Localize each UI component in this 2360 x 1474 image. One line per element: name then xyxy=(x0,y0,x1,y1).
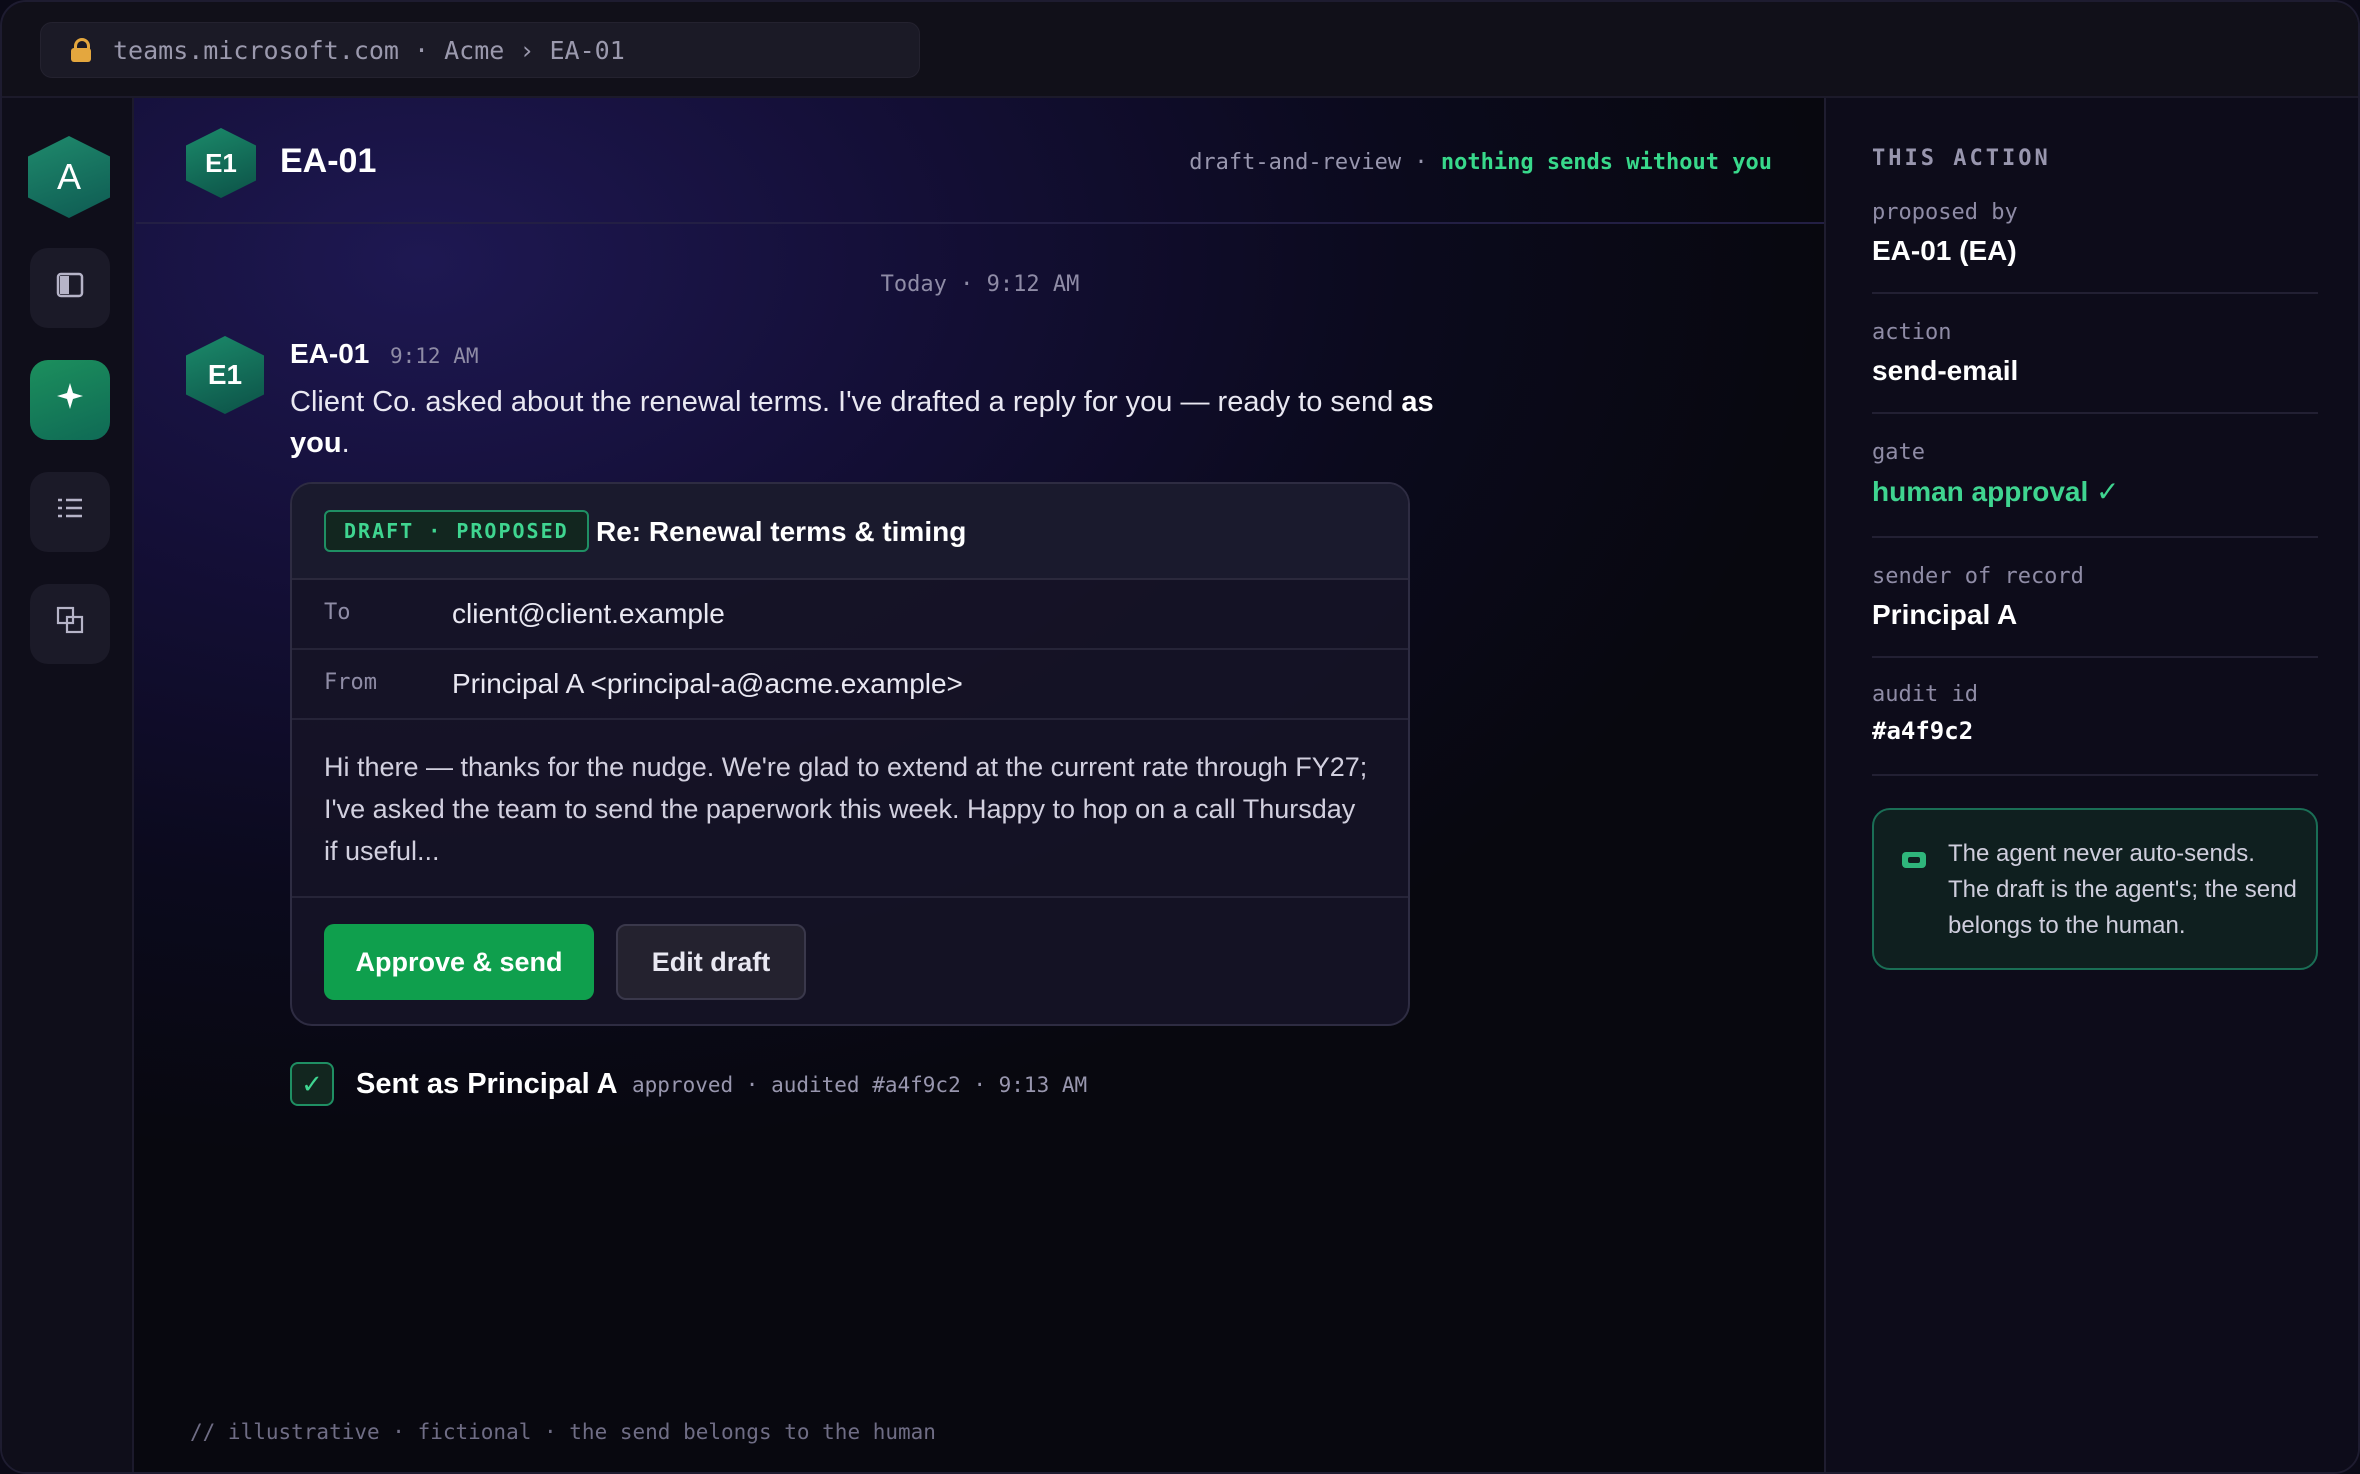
lock-icon xyxy=(71,38,91,62)
sparkle-icon xyxy=(55,381,85,420)
user-avatar[interactable]: A xyxy=(28,136,110,218)
browser-toolbar: teams.microsoft.com · Acme › EA-01 xyxy=(2,2,2358,98)
rail-panel-button[interactable] xyxy=(30,248,110,328)
address-text: teams.microsoft.com · Acme › EA-01 xyxy=(113,35,625,65)
from-row: From Principal A <principal-a@acme.examp… xyxy=(292,650,1408,720)
prop-value: Principal A xyxy=(1872,599,2018,630)
prop-proposed-by: proposed by EA-01 (EA) xyxy=(1872,200,2318,294)
message-text-end: . xyxy=(341,427,350,459)
address-bar[interactable]: teams.microsoft.com · Acme › EA-01 xyxy=(40,22,920,78)
copy-icon xyxy=(55,605,85,644)
prop-value: #a4f9c2 xyxy=(1872,717,1974,745)
sent-status-title: Sent as Principal A xyxy=(356,1068,618,1100)
prop-value: EA-01 (EA) xyxy=(1872,235,2017,266)
chat-header: E1 EA-01 draft-and-review · nothing send… xyxy=(136,98,1824,224)
prop-key: audit id xyxy=(1872,682,1978,707)
policy-note: The agent never auto-sends. The draft is… xyxy=(1872,808,2318,970)
rail-copy-button[interactable] xyxy=(30,584,110,664)
agent-avatar: E1 xyxy=(186,128,256,198)
from-label: From xyxy=(324,670,377,695)
draft-actions: Approve & send Edit draft xyxy=(292,896,1408,1024)
to-value: client@client.example xyxy=(452,598,725,629)
prop-action: action send-email xyxy=(1872,320,2318,414)
message-author: EA-01 xyxy=(290,338,370,369)
footnote: // illustrative · fictional · the send b… xyxy=(190,1420,936,1444)
prop-sender-of-record: sender of record Principal A xyxy=(1872,564,2318,658)
rail-list-button[interactable] xyxy=(30,472,110,552)
mode-indicator: draft-and-review · nothing sends without… xyxy=(1189,150,1772,175)
to-row: To client@client.example xyxy=(292,580,1408,650)
panel-icon xyxy=(56,269,84,308)
draft-body: Hi there — thanks for the nudge. We're g… xyxy=(324,752,1368,866)
policy-note-text: The agent never auto-sends. The draft is… xyxy=(1948,840,2297,939)
panel-title: THIS ACTION xyxy=(1872,146,2051,171)
sent-check-icon: ✓ xyxy=(290,1062,334,1106)
from-value: Principal A <principal-a@acme.example> xyxy=(452,668,963,699)
edit-draft-button[interactable]: Edit draft xyxy=(616,924,806,1000)
message-text-main: Client Co. asked about the renewal terms… xyxy=(290,386,1402,418)
message-time: 9:12 AM xyxy=(390,344,479,368)
app-rail: A xyxy=(2,98,134,1472)
message-avatar: E1 xyxy=(186,336,264,414)
app-window: teams.microsoft.com · Acme › EA-01 A E1 xyxy=(0,0,2360,1474)
prop-key: proposed by xyxy=(1872,200,2018,225)
day-separator: Today · 9:12 AM xyxy=(880,272,1080,297)
prop-key: gate xyxy=(1872,440,1925,465)
sent-status-meta: approved · audited #a4f9c2 · 9:13 AM xyxy=(632,1073,1088,1097)
prop-key: sender of record xyxy=(1872,564,2084,589)
draft-subject: Re: Renewal terms & timing xyxy=(596,516,967,547)
draft-email-card: DRAFT · PROPOSED Re: Renewal terms & tim… xyxy=(290,482,1410,1026)
to-label: To xyxy=(324,600,351,625)
draft-status-badge: DRAFT · PROPOSED xyxy=(324,510,589,552)
mode-label: draft-and-review xyxy=(1189,150,1402,175)
draft-card-header: DRAFT · PROPOSED Re: Renewal terms & tim… xyxy=(292,484,1408,580)
list-icon xyxy=(55,493,85,532)
chat-title: EA-01 xyxy=(280,142,377,180)
prop-value: human approval ✓ xyxy=(1872,476,2120,507)
message-text: Client Co. asked about the renewal terms… xyxy=(290,382,1490,464)
action-details-panel: THIS ACTION proposed by EA-01 (EA) actio… xyxy=(1824,98,2358,1472)
prop-gate: gate human approval ✓ xyxy=(1872,440,2318,538)
prop-audit-id: audit id #a4f9c2 xyxy=(1872,682,2318,776)
mask-icon xyxy=(1902,852,1926,868)
approve-send-button[interactable]: Approve & send xyxy=(324,924,594,1000)
policy-label: nothing sends without you xyxy=(1440,150,1772,175)
mode-separator: · xyxy=(1401,150,1441,175)
prop-key: action xyxy=(1872,320,1952,345)
prop-value: send-email xyxy=(1872,355,2019,386)
rail-agent-button[interactable] xyxy=(30,360,110,440)
